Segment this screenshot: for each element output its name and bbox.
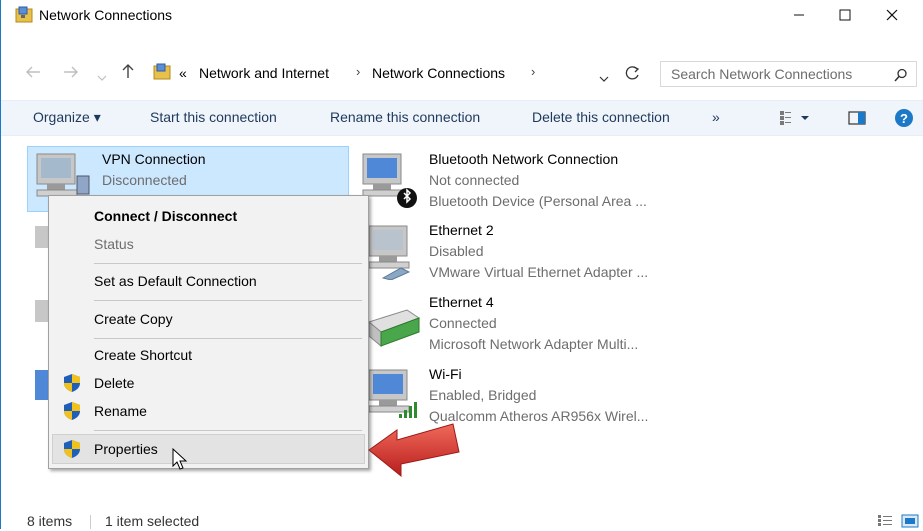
wifi-computer-icon bbox=[368, 369, 417, 418]
search-input[interactable]: Search Network Connections bbox=[660, 61, 917, 87]
connection-name: Bluetooth Network Connection bbox=[429, 151, 619, 167]
recent-locations-button[interactable] bbox=[97, 67, 107, 87]
organize-button[interactable]: Organize ▾ bbox=[33, 109, 101, 126]
back-button[interactable] bbox=[25, 64, 41, 84]
computer-icon bbox=[35, 226, 49, 248]
back-arrow-icon bbox=[26, 66, 40, 78]
start-connection-button[interactable]: Start this connection bbox=[150, 109, 277, 125]
search-placeholder: Search Network Connections bbox=[671, 66, 853, 82]
menu-item-set-default[interactable]: Set as Default Connection bbox=[94, 273, 257, 289]
menu-separator bbox=[94, 263, 362, 264]
menu-separator bbox=[94, 338, 362, 339]
large-icons-view-button[interactable] bbox=[901, 514, 919, 531]
chevron-down-icon bbox=[97, 75, 107, 81]
uac-shield-icon bbox=[64, 374, 80, 392]
network-folder-icon bbox=[15, 6, 33, 23]
connection-name: Ethernet 2 bbox=[429, 222, 494, 238]
annotation-arrow-icon bbox=[368, 423, 460, 478]
refresh-icon bbox=[625, 66, 640, 80]
close-icon bbox=[886, 9, 898, 21]
status-bar: 8 items 1 item selected bbox=[1, 506, 923, 529]
connection-status: Enabled, Bridged bbox=[429, 387, 537, 403]
connection-name: VPN Connection bbox=[102, 151, 206, 167]
connection-name: Wi-Fi bbox=[429, 366, 462, 382]
window-title: Network Connections bbox=[39, 7, 173, 23]
menu-item-connect-disconnect[interactable]: Connect / Disconnect bbox=[94, 208, 237, 224]
network-adapter-icon bbox=[367, 309, 421, 348]
title-bar: Network Connections bbox=[1, 0, 923, 30]
context-menu: Connect / Disconnect Status Set as Defau… bbox=[48, 195, 369, 469]
view-options-icon bbox=[780, 111, 809, 125]
minimize-icon bbox=[794, 14, 804, 16]
connection-device: Bluetooth Device (Personal Area ... bbox=[429, 193, 647, 209]
menu-item-rename[interactable]: Rename bbox=[94, 403, 147, 419]
maximize-button[interactable] bbox=[822, 0, 868, 30]
menu-item-properties[interactable]: Properties bbox=[94, 441, 158, 457]
details-view-button[interactable] bbox=[877, 514, 893, 531]
network-folder-icon bbox=[153, 63, 171, 80]
svg-text:?: ? bbox=[900, 111, 908, 126]
maximize-icon bbox=[839, 9, 851, 21]
connection-status: Disabled bbox=[429, 243, 484, 259]
selection-count: 1 item selected bbox=[105, 513, 200, 529]
connection-device: Microsoft Network Adapter Multi... bbox=[429, 336, 639, 352]
connection-status: Not connected bbox=[429, 172, 520, 188]
item-count: 8 items bbox=[27, 513, 73, 529]
connection-status: Connected bbox=[429, 315, 497, 331]
explorer-window: Network Connections « Network and Intern… bbox=[0, 0, 923, 529]
search-icon bbox=[894, 68, 907, 82]
details-view-icon bbox=[878, 515, 892, 526]
menu-item-create-copy[interactable]: Create Copy bbox=[94, 311, 173, 327]
help-button[interactable]: ? bbox=[894, 108, 914, 131]
refresh-button[interactable] bbox=[625, 65, 641, 84]
address-history-button[interactable] bbox=[599, 70, 609, 86]
uac-shield-icon bbox=[64, 440, 80, 458]
large-icons-view-icon bbox=[901, 514, 919, 528]
up-arrow-icon bbox=[122, 64, 134, 78]
change-view-button[interactable] bbox=[779, 110, 813, 129]
forward-button[interactable] bbox=[63, 64, 79, 84]
menu-item-create-shortcut[interactable]: Create Shortcut bbox=[94, 347, 192, 363]
breadcrumb-overflow[interactable]: « bbox=[179, 65, 187, 81]
connection-device: Qualcomm Atheros AR956x Wirel... bbox=[429, 408, 649, 424]
uac-shield-icon bbox=[64, 402, 80, 420]
forward-arrow-icon bbox=[64, 66, 78, 78]
breadcrumb-separator[interactable]: › bbox=[531, 64, 535, 79]
delete-connection-button[interactable]: Delete this connection bbox=[532, 109, 670, 125]
minimize-button[interactable] bbox=[776, 0, 822, 30]
connection-name: Ethernet 4 bbox=[429, 294, 494, 310]
breadcrumb-separator[interactable]: › bbox=[356, 64, 360, 79]
computer-icon bbox=[35, 370, 49, 400]
preview-pane-button[interactable] bbox=[848, 110, 866, 129]
connection-device: VMware Virtual Ethernet Adapter ... bbox=[429, 264, 649, 280]
chevron-down-icon bbox=[599, 76, 609, 82]
menu-item-status[interactable]: Status bbox=[94, 236, 134, 252]
menu-separator bbox=[94, 300, 362, 301]
breadcrumb-network-connections[interactable]: Network Connections bbox=[372, 65, 505, 81]
menu-item-delete[interactable]: Delete bbox=[94, 375, 134, 391]
command-bar: Organize ▾ Start this connection Rename … bbox=[1, 100, 923, 136]
ethernet-computer-icon bbox=[368, 225, 411, 280]
connection-status: Disconnected bbox=[102, 172, 187, 188]
rename-connection-button[interactable]: Rename this connection bbox=[330, 109, 480, 125]
status-separator bbox=[90, 515, 91, 529]
breadcrumb-network-and-internet[interactable]: Network and Internet bbox=[199, 65, 329, 81]
more-commands-button[interactable]: » bbox=[712, 109, 720, 125]
up-button[interactable] bbox=[121, 63, 135, 84]
close-button[interactable] bbox=[869, 0, 915, 30]
computer-icon bbox=[35, 300, 49, 322]
menu-separator bbox=[94, 430, 362, 431]
mouse-cursor-icon bbox=[172, 448, 188, 470]
help-icon: ? bbox=[895, 109, 913, 127]
preview-pane-icon bbox=[848, 111, 866, 125]
